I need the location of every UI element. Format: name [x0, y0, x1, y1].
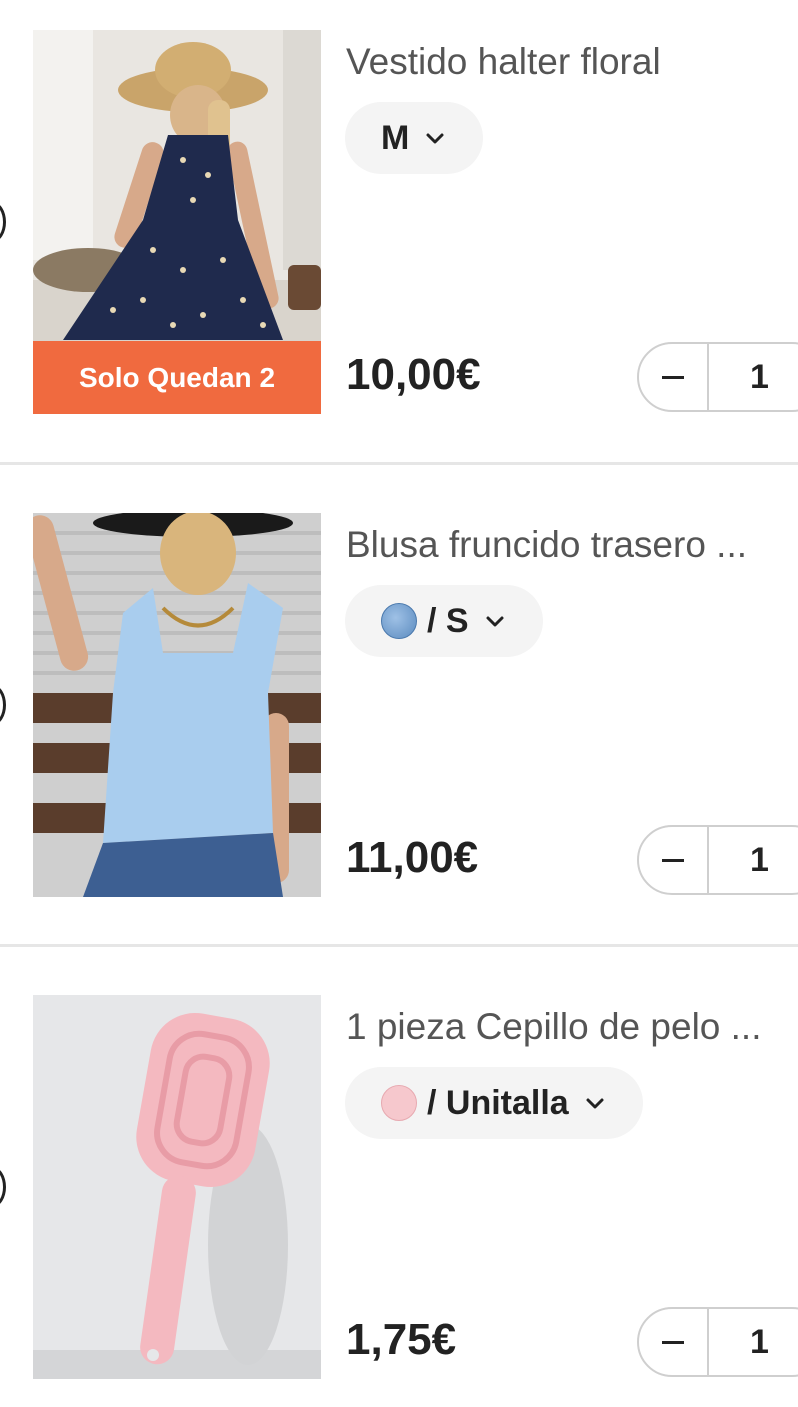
minus-icon [662, 375, 684, 379]
quantity-stepper: 1 [637, 825, 798, 895]
product-title[interactable]: Vestido halter floral [346, 40, 791, 84]
cart-item: 1 pieza Cepillo de pelo ... / Unitalla 1… [0, 995, 798, 1395]
variant-label: / S [427, 601, 469, 640]
decrease-quantity-button[interactable] [639, 827, 709, 893]
variant-label: M [381, 118, 410, 157]
select-item-checkbox[interactable] [0, 1167, 6, 1207]
minus-icon [662, 1340, 684, 1344]
product-price: 10,00€ [346, 350, 481, 399]
cart-item: Blusa fruncido trasero ... / S 11,00€ 1 [0, 513, 798, 913]
quantity-stepper: 1 [637, 1307, 798, 1377]
quantity-value[interactable]: 1 [709, 841, 798, 880]
hairbrush-photo [33, 995, 321, 1379]
product-image[interactable] [33, 995, 321, 1379]
item-divider [0, 944, 798, 947]
color-swatch [381, 603, 417, 639]
chevron-down-icon [426, 133, 444, 144]
low-stock-banner: Solo Quedan 2 [33, 341, 321, 414]
select-item-checkbox[interactable] [0, 685, 6, 725]
quantity-value[interactable]: 1 [709, 1323, 798, 1362]
product-image[interactable]: Solo Quedan 2 [33, 30, 321, 414]
quantity-value[interactable]: 1 [709, 358, 798, 397]
product-price: 1,75€ [346, 1315, 457, 1364]
decrease-quantity-button[interactable] [639, 1309, 709, 1375]
chevron-down-icon [586, 1098, 604, 1109]
blouse-photo [33, 513, 321, 897]
product-image[interactable] [33, 513, 321, 897]
cart-item: Solo Quedan 2 Vestido halter floral M 10… [0, 30, 798, 430]
variant-selector[interactable]: / Unitalla [345, 1067, 643, 1139]
variant-selector[interactable]: M [345, 102, 484, 174]
item-divider [0, 462, 798, 465]
select-item-checkbox[interactable] [0, 202, 6, 242]
minus-icon [662, 858, 684, 862]
product-title[interactable]: 1 pieza Cepillo de pelo ... [346, 1005, 791, 1049]
chevron-down-icon [486, 616, 504, 627]
variant-selector[interactable]: / S [345, 585, 543, 657]
decrease-quantity-button[interactable] [639, 344, 709, 410]
product-price: 11,00€ [346, 833, 479, 882]
product-title[interactable]: Blusa fruncido trasero ... [346, 523, 791, 567]
variant-label: / Unitalla [427, 1083, 569, 1122]
color-swatch [381, 1085, 417, 1121]
quantity-stepper: 1 [637, 342, 798, 412]
